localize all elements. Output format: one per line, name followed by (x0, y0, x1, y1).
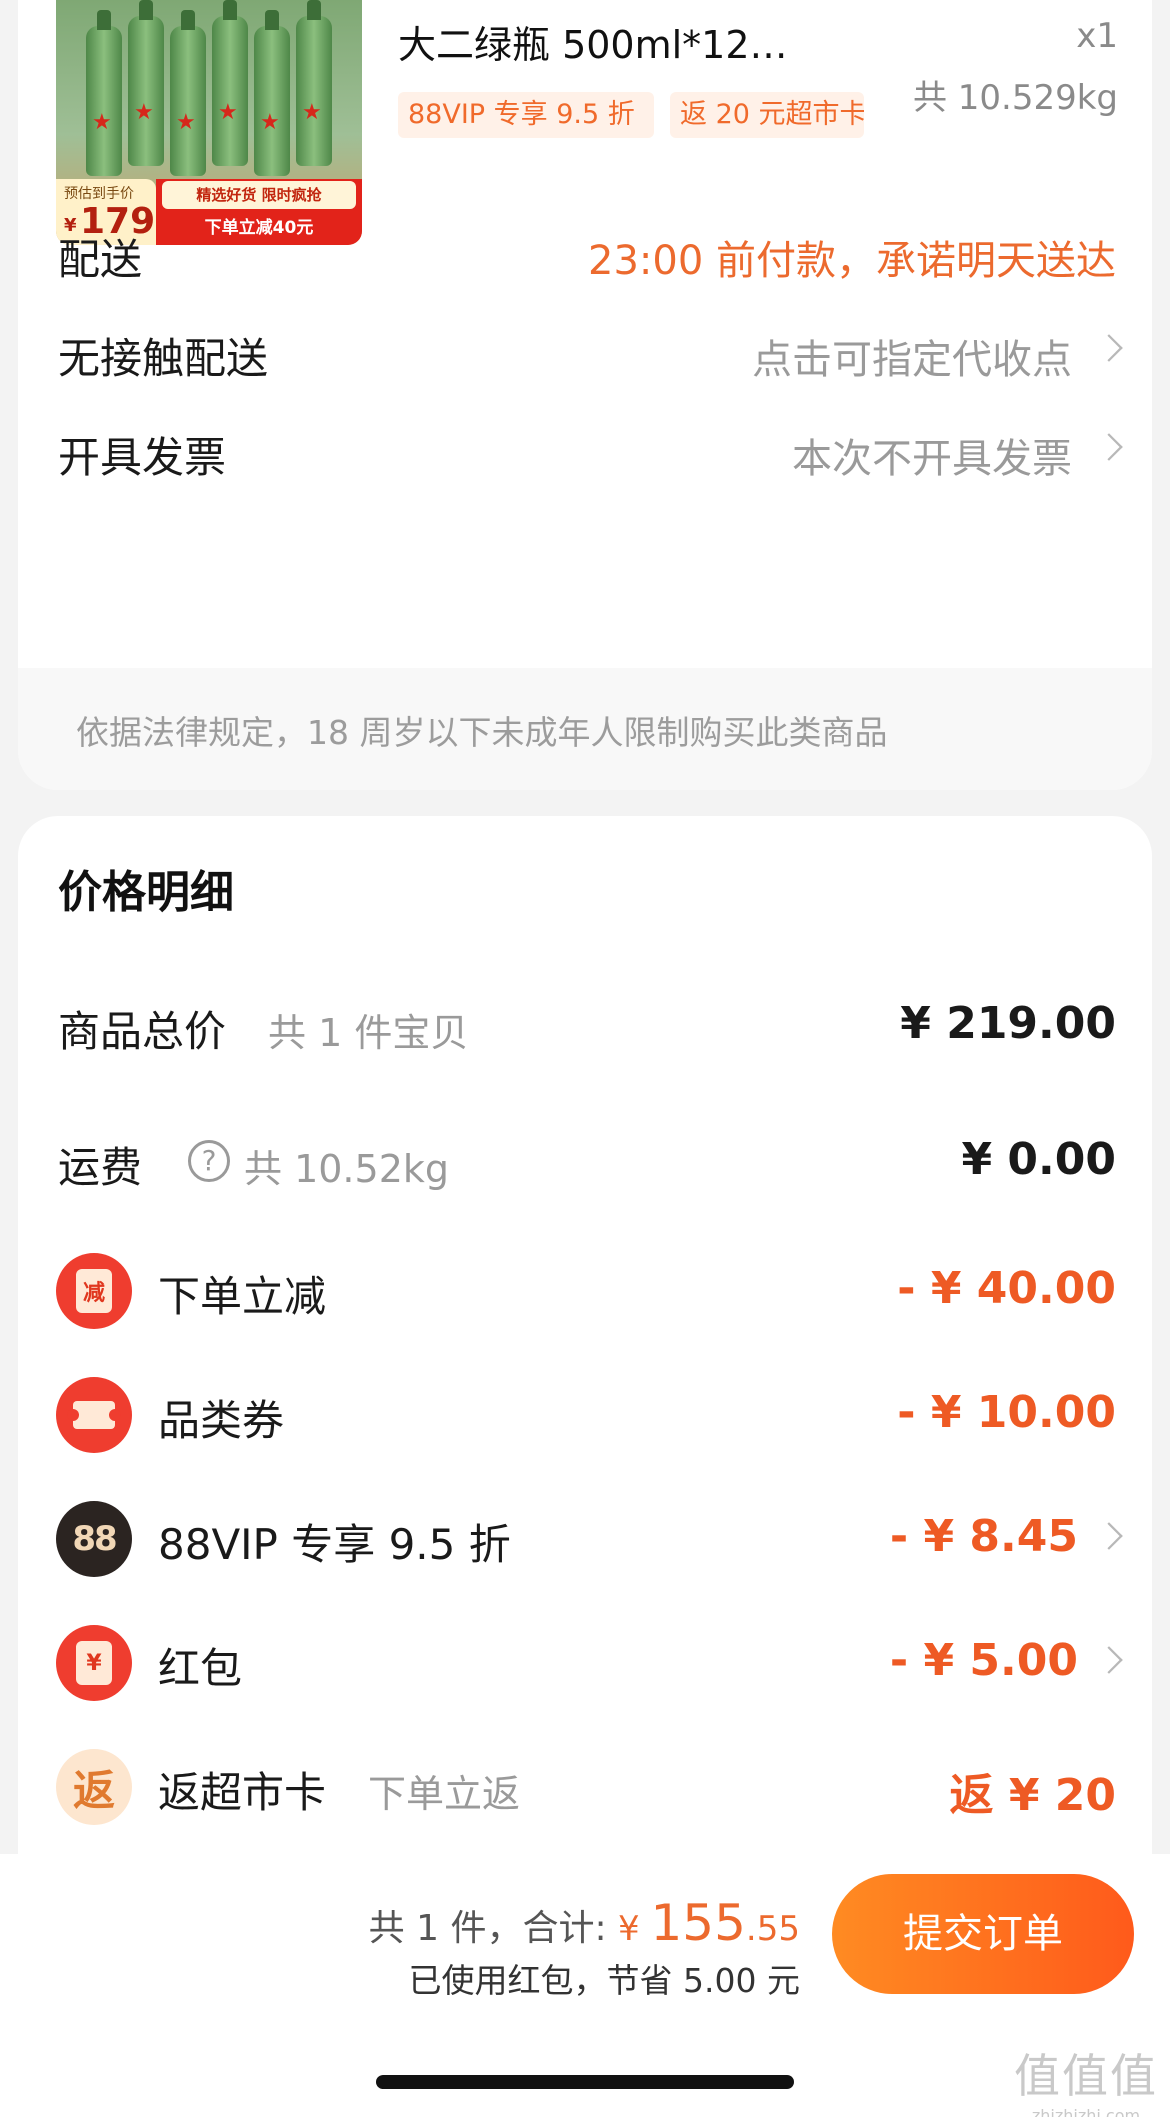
product-title[interactable]: 大二绿瓶 500ml*12… (398, 14, 828, 69)
instant-discount-row: 减 下单立减 - ¥ 40.00 (18, 1249, 1152, 1329)
watermark-logo: 值值值 (1014, 2049, 1158, 2103)
star-icon: ★ (302, 100, 322, 125)
order-total: 共 1 件，合计: ¥ 155.55 (369, 1894, 800, 1952)
goods-total-row: 商品总价 共 1 件宝贝 ¥ 219.00 (18, 984, 1152, 1064)
savings-note: 已使用红包，节省 5.00 元 (408, 1961, 800, 2000)
invoice-label: 开具发票 (58, 433, 227, 482)
red-packet-value: - ¥ 5.00 (889, 1635, 1078, 1686)
watermark: 值值值 zhizhizhi.com (1014, 2040, 1158, 2117)
vip-discount-label: 88VIP 专享 9.5 折 (158, 1520, 511, 1569)
reduce-icon: 减 (56, 1253, 132, 1329)
bottle-icon: ★ (170, 10, 206, 176)
chevron-right-icon (1095, 1522, 1123, 1550)
vip88-icon-text: 88 (72, 1519, 117, 1559)
return-card-value: 返 ¥ 20 (949, 1770, 1116, 1821)
order-confirm-page: ★ ★ ★ ★ ★ ★ 预估到手价 ¥ 179 精选好货 限时疯抢 下单立减40… (0, 0, 1170, 2117)
star-icon: ★ (218, 100, 238, 125)
chevron-right-icon (1095, 1646, 1123, 1674)
return-card-tag: 返 20 元超市卡 (670, 92, 864, 138)
total-count-label: 共 1 件，合计: (368, 1908, 619, 1949)
estimated-price-label: 预估到手价 (64, 186, 134, 202)
contactless-label: 无接触配送 (58, 334, 269, 383)
return-card-icon: 返 (56, 1749, 132, 1825)
chevron-right-icon (1095, 334, 1123, 362)
star-icon: ★ (176, 110, 196, 135)
bottle-icon: ★ (296, 0, 332, 166)
red-packet-icon-text: ¥ (76, 1641, 112, 1685)
product-weight: 共 10.529kg (912, 78, 1118, 118)
return-card-label: 返超市卡 (158, 1768, 327, 1817)
delivery-promise: 23:00 前付款，承诺明天送达 (588, 238, 1116, 284)
goods-total-value: ¥ 219.00 (900, 998, 1116, 1049)
delivery-label: 配送 (58, 235, 143, 284)
contactless-delivery-row[interactable]: 无接触配送 点击可指定代收点 (18, 313, 1152, 383)
vip-discount-row[interactable]: 88 88VIP 专享 9.5 折 - ¥ 8.45 (18, 1497, 1152, 1577)
category-coupon-label: 品类券 (158, 1396, 285, 1445)
total-decimal: .55 (745, 1909, 800, 1949)
red-packet-label: 红包 (158, 1644, 243, 1693)
price-detail-title: 价格明细 (58, 867, 234, 918)
shipping-weight: 共 10.52kg (244, 1147, 449, 1191)
return-card-icon-text: 返 (72, 1765, 115, 1815)
price-detail-card: 价格明细 商品总价 共 1 件宝贝 ¥ 219.00 运费 ? 共 10.52k… (18, 816, 1152, 1856)
bottle-icon: ★ (254, 10, 290, 176)
help-icon[interactable]: ? (188, 1140, 230, 1182)
instant-discount-value: - ¥ 40.00 (897, 1263, 1116, 1314)
category-coupon-row: 品类券 - ¥ 10.00 (18, 1373, 1152, 1453)
red-packet-row[interactable]: ¥ 红包 - ¥ 5.00 (18, 1621, 1152, 1701)
star-icon: ★ (92, 110, 112, 135)
reduce-icon-text: 减 (76, 1269, 112, 1313)
submit-order-button[interactable]: 提交订单 (832, 1874, 1134, 1994)
red-packet-icon: ¥ (56, 1625, 132, 1701)
goods-count: 共 1 件宝贝 (268, 1011, 469, 1055)
invoice-row[interactable]: 开具发票 本次不开具发票 (18, 412, 1152, 482)
home-indicator[interactable] (376, 2075, 794, 2089)
order-card: ★ ★ ★ ★ ★ ★ 预估到手价 ¥ 179 精选好货 限时疯抢 下单立减40… (18, 0, 1152, 790)
vip88-icon: 88 (56, 1501, 132, 1577)
age-restriction-notice: 依据法律规定，18 周岁以下未成年人限制购买此类商品 (76, 713, 888, 752)
contactless-value: 点击可指定代收点 (752, 337, 1072, 383)
shipping-label: 运费 (58, 1143, 143, 1192)
category-coupon-value: - ¥ 10.00 (897, 1387, 1116, 1438)
promo-tags: 精选好货 限时疯抢 (162, 181, 356, 209)
bottle-icon: ★ (212, 0, 248, 166)
bottle-icon: ★ (86, 10, 122, 176)
vip-discount-tag: 88VIP 专享 9.5 折 (398, 92, 654, 138)
delivery-row: 配送 23:00 前付款，承诺明天送达 (18, 214, 1152, 284)
shipping-value: ¥ 0.00 (961, 1134, 1117, 1185)
coupon-icon (56, 1377, 132, 1453)
product-quantity: x1 (1076, 16, 1118, 56)
invoice-value: 本次不开具发票 (792, 436, 1072, 482)
total-yen: ¥ (618, 1909, 651, 1949)
vip-discount-value: - ¥ 8.45 (889, 1511, 1078, 1562)
product-thumbnail[interactable]: ★ ★ ★ ★ ★ ★ 预估到手价 ¥ 179 精选好货 限时疯抢 下单立减40… (56, 0, 362, 245)
total-integer: 155 (650, 1894, 746, 1952)
instant-discount-label: 下单立减 (158, 1272, 327, 1321)
watermark-url: zhizhizhi.com (1031, 2106, 1141, 2117)
shipping-row: 运费 ? 共 10.52kg ¥ 0.00 (18, 1120, 1152, 1200)
star-icon: ★ (260, 110, 280, 135)
ticket-shape (67, 1401, 121, 1429)
bottle-icon: ★ (128, 0, 164, 166)
star-icon: ★ (134, 100, 154, 125)
return-card-sub: 下单立返 (368, 1772, 521, 1816)
goods-total-label: 商品总价 (58, 1007, 227, 1056)
chevron-right-icon (1095, 433, 1123, 461)
return-card-row: 返 返超市卡 下单立返 返 ¥ 20 (18, 1745, 1152, 1825)
